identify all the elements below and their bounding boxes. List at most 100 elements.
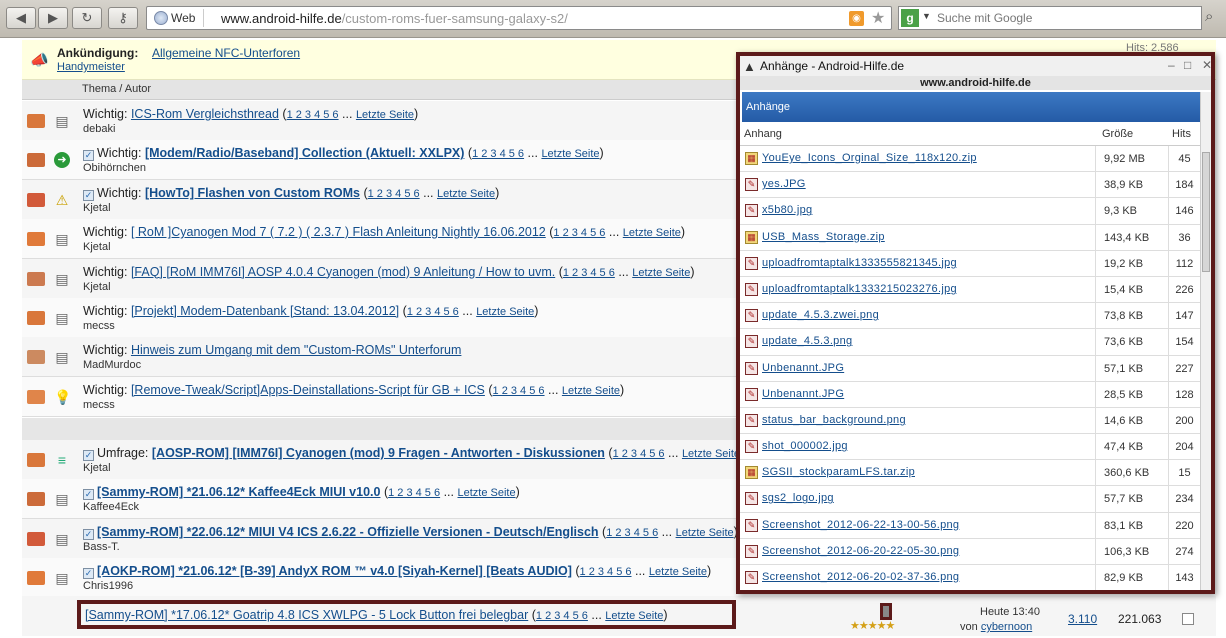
page-links[interactable]: 1 2 3 4 5 6	[606, 527, 658, 539]
thread-title[interactable]: [Projekt] Modem-Datenbank [Stand: 13.04.…	[131, 304, 399, 318]
thread-title[interactable]: Hinweis zum Umgang mit dem "Custom-ROMs"…	[131, 343, 461, 357]
last-page-link[interactable]: Letzte Seite	[605, 610, 663, 622]
back-button[interactable]: ◀	[6, 7, 36, 29]
views-count: 221.063	[1118, 612, 1162, 626]
col-size[interactable]: Größe	[1102, 128, 1133, 140]
attachment-hits: 146	[1168, 198, 1200, 225]
thread-author: Chris1996	[83, 580, 134, 593]
page-links[interactable]: 1 2 3 4 5 6	[493, 385, 545, 397]
last-page-link[interactable]: Letzte Seite	[437, 188, 495, 200]
thread-title[interactable]: [FAQ] [RoM IMM76I] AOSP 4.0.4 Cyanogen (…	[131, 265, 555, 279]
last-page-link[interactable]: Letzte Seite	[562, 385, 620, 397]
attachment-link[interactable]: Screenshot_2012-06-20-02-37-36.png	[762, 571, 959, 583]
megaphone-icon: 📣	[30, 52, 49, 69]
reload-button[interactable]: ↻	[72, 7, 102, 29]
thread-title[interactable]: [Modem/Radio/Baseband] Collection (Aktue…	[145, 146, 464, 160]
page-links[interactable]: 1 2 3 4 5 6	[536, 610, 588, 622]
attachment-link[interactable]: shot_000002.jpg	[762, 440, 848, 452]
thread-title[interactable]: ICS-Rom Vergleichsthread	[131, 107, 279, 121]
doc-icon: ▤	[55, 570, 69, 587]
col-name[interactable]: Anhang	[744, 128, 782, 140]
rss-icon[interactable]: ◉	[849, 11, 864, 26]
attachment-link[interactable]: update_4.5.3.png	[762, 335, 852, 347]
attachment-row: ✎ Unbenannt.JPG 28,5 KB 128	[740, 381, 1200, 408]
highlighted-thread[interactable]: [Sammy-ROM] *17.06.12* Goatrip 4.8 ICS X…	[77, 600, 736, 629]
last-page-link[interactable]: Letzte Seite	[649, 566, 707, 578]
page-links[interactable]: 1 2 3 4 5 6	[388, 487, 440, 499]
paperclip-icon[interactable]	[880, 603, 892, 620]
last-post-user-link[interactable]: cybernoon	[981, 621, 1032, 633]
search-icon[interactable]: ⌕	[1205, 8, 1225, 28]
search-engine-chip[interactable]: Web	[151, 9, 205, 27]
search-input[interactable]: Suche mit Google	[937, 11, 1032, 25]
replies-count[interactable]: 3.110	[1068, 612, 1097, 626]
thread-title[interactable]: [HowTo] Flashen von Custom ROMs	[145, 186, 360, 200]
key-icon[interactable]: ⚷	[108, 7, 138, 29]
page-links[interactable]: 1 2 3 4 5 6	[407, 306, 459, 318]
scrollbar-thumb[interactable]	[1202, 152, 1210, 272]
attachment-link[interactable]: SGSII_stockparamLFS.tar.zip	[762, 466, 915, 478]
attachment-link[interactable]: x5b80.jpg	[762, 204, 812, 216]
thread-author: Bass-T.	[83, 540, 120, 553]
google-icon[interactable]: g	[901, 9, 919, 27]
minimize-button[interactable]: –	[1168, 58, 1175, 72]
page-links[interactable]: 1 2 3 4 5 6	[563, 267, 615, 279]
google-search-box[interactable]: g ▼ Suche mit Google ⌕	[898, 6, 1213, 30]
page-links[interactable]: 1 2 3 4 5 6	[368, 188, 420, 200]
attachment-link[interactable]: Unbenannt.JPG	[762, 362, 844, 374]
select-checkbox[interactable]	[1182, 613, 1194, 625]
col-hits[interactable]: Hits	[1172, 128, 1191, 140]
attachment-link[interactable]: update_4.5.3.zwei.png	[762, 309, 879, 321]
thread-author: Obihörnchen	[83, 162, 146, 175]
thread-title[interactable]: [Remove-Tweak/Script]Apps-Deinstallation…	[131, 383, 485, 397]
last-page-link[interactable]: Letzte Seite	[476, 306, 534, 318]
last-page-link[interactable]: Letzte Seite	[356, 109, 414, 121]
last-page-link[interactable]: Letzte Seite	[682, 448, 737, 460]
thread-title[interactable]: [AOKP-ROM] *21.06.12* [B-39] AndyX ROM ™…	[97, 564, 572, 578]
attachment-link[interactable]: Screenshot_2012-06-22-13-00-56.png	[762, 519, 959, 531]
page-links[interactable]: 1 2 3 4 5 6	[553, 227, 605, 239]
chevron-down-icon[interactable]: ▼	[922, 11, 931, 21]
attachment-size: 47,4 KB	[1095, 434, 1167, 461]
last-page-link[interactable]: Letzte Seite	[632, 267, 690, 279]
image-file-icon: ✎	[745, 282, 758, 296]
bookmark-star-icon[interactable]: ★	[871, 8, 885, 28]
last-page-link[interactable]: Letzte Seite	[541, 148, 599, 160]
thread-title[interactable]: [Sammy-ROM] *22.06.12* MIUI V4 ICS 2.6.2…	[97, 525, 599, 539]
folder-icon	[27, 271, 45, 286]
page-links[interactable]: 1 2 3 4 5 6	[580, 566, 632, 578]
attachment-link[interactable]: uploadfromtaptalk1333215023276.jpg	[762, 283, 957, 295]
announcement-link[interactable]: Allgemeine NFC-Unterforen	[152, 46, 300, 60]
attachment-link[interactable]: Unbenannt.JPG	[762, 388, 844, 400]
attachment-link[interactable]: yes.JPG	[762, 178, 806, 190]
attachment-indicator[interactable]	[870, 603, 906, 620]
check-icon: ✓	[83, 489, 94, 501]
attachment-link[interactable]: Screenshot_2012-06-20-22-05-30.png	[762, 545, 959, 557]
attachment-link[interactable]: status_bar_background.png	[762, 414, 906, 426]
thread-title[interactable]: [ RoM ]Cyanogen Mod 7 ( 7.2 ) ( 2.3.7 ) …	[131, 225, 546, 239]
last-page-link[interactable]: Letzte Seite	[676, 527, 734, 539]
folder-icon	[27, 192, 45, 207]
attachment-row: ✎ Screenshot_2012-06-20-22-05-30.png 106,3…	[740, 538, 1200, 565]
attachment-link[interactable]: YouEye_Icons_Orginal_Size_118x120.zip	[762, 152, 977, 164]
page-links[interactable]: 1 2 3 4 5 6	[613, 448, 665, 460]
thread-title[interactable]: [Sammy-ROM] *21.06.12* Kaffee4Eck MIUI v…	[97, 485, 380, 499]
last-page-link[interactable]: Letzte Seite	[623, 227, 681, 239]
page-links[interactable]: 1 2 3 4 5 6	[472, 148, 524, 160]
attachment-link[interactable]: uploadfromtaptalk1333555821345.jpg	[762, 257, 957, 269]
close-button[interactable]: ✕	[1202, 58, 1212, 72]
attachment-link[interactable]: sgs2_logo.jpg	[762, 492, 834, 504]
maximize-button[interactable]: □	[1184, 58, 1191, 72]
address-bar[interactable]: Web www.android-hilfe.de/custom-roms-fue…	[146, 6, 892, 30]
thread-author: debaki	[83, 123, 116, 135]
announcement-user[interactable]: Handymeister	[57, 61, 125, 73]
attachment-link[interactable]: USB_Mass_Storage.zip	[762, 231, 885, 243]
last-page-link[interactable]: Letzte Seite	[457, 487, 515, 499]
thread-title[interactable]: [Sammy-ROM] *17.06.12* Goatrip 4.8 ICS X…	[85, 608, 528, 622]
popup-scrollbar[interactable]	[1200, 92, 1211, 590]
forward-button[interactable]: ▶	[38, 7, 68, 29]
attachment-row: ✎ uploadfromtaptalk1333555821345.jpg 19,2 …	[740, 250, 1200, 277]
url-text[interactable]: www.android-hilfe.de/custom-roms-fuer-sa…	[221, 11, 568, 26]
thread-title[interactable]: [AOSP-ROM] [IMM76I] Cyanogen (mod) 9 Fra…	[152, 446, 605, 460]
page-links[interactable]: 1 2 3 4 5 6	[287, 109, 339, 121]
